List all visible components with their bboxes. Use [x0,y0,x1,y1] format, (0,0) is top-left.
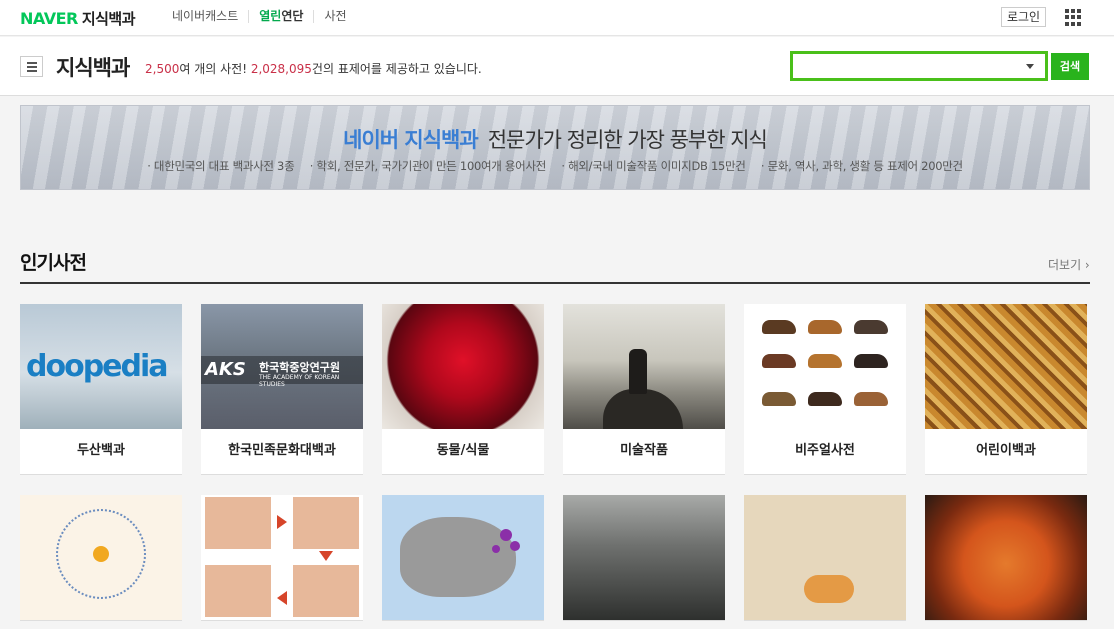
map-thumbnail [382,495,544,620]
aks-thumbnail: AKS 한국학중앙연구원 THE ACADEMY OF KOREAN STUDI… [201,304,363,429]
landscape-thumbnail [563,495,725,620]
login-button[interactable]: 로그인 [1001,7,1046,27]
nav-dictionary[interactable]: 사전 [313,10,356,23]
dictionary-card[interactable] [20,495,182,621]
aks-korean-name: 한국학중앙연구원 [259,361,340,374]
section-title: 인기사전 [20,252,87,274]
card-label: 미술작품 [620,443,668,458]
dictionary-card[interactable] [382,495,544,621]
dictionary-card[interactable] [744,495,906,621]
apps-grid-icon[interactable] [1065,9,1082,26]
subtitle-mid: 여 개의 사전! [179,62,251,76]
shoes-thumbnail [744,304,906,429]
entry-count: 2,028,095 [250,62,312,76]
kimchi-stew-thumbnail [925,495,1087,620]
nav-open-lecture[interactable]: 열린연단 [248,10,313,23]
banner-tagline: 전문가가 정리한 가장 풍부한 지식 [487,128,768,152]
promo-banner[interactable]: 네이버 지식백과 전문가가 정리한 가장 풍부한 지식 · 대한민국의 대표 백과… [20,105,1090,190]
doopedia-logo-text: doopedia [26,349,169,384]
page-header: 지식백과 2,500여 개의 사전! 2,028,095건의 표제어를 제공하고… [0,37,1114,96]
painting-thumbnail [563,304,725,429]
page-title[interactable]: 지식백과 [56,52,130,82]
card-label: 동물/식물 [436,443,490,458]
dictionary-card-artworks[interactable]: 미술작품 [563,304,725,475]
banner-point: · 해외/국내 미술작품 이미지DB 15만건 [561,159,746,173]
menu-icon[interactable] [20,56,43,77]
sun-icon [93,546,109,562]
dictionary-card-visual[interactable]: 비주얼사전 [744,304,906,475]
banner-brand: 네이버 지식백과 [343,128,479,152]
top-bar: NAVER 지식백과 네이버캐스트 열린연단 사전 로그인 [0,0,1114,36]
dictionary-card[interactable] [563,495,725,621]
aks-english-name: THE ACADEMY OF KOREAN STUDIES [259,374,340,388]
dictionary-card[interactable] [925,495,1087,621]
banner-headline: 네이버 지식백과 전문가가 정리한 가장 풍부한 지식 [21,124,1089,154]
top-nav: 네이버캐스트 열린연단 사전 [172,10,357,23]
banner-point: · 대한민국의 대표 백과사전 3종 [147,159,295,173]
dictionary-card[interactable] [201,495,363,621]
dictionary-card-animals-plants[interactable]: 동물/식물 [382,304,544,475]
card-label: 두산백과 [77,443,125,458]
dictionary-card-korean-culture[interactable]: AKS 한국학중앙연구원 THE ACADEMY OF KOREAN STUDI… [201,304,363,475]
dictionary-count: 2,500 [145,62,180,76]
dictionary-card-doosan[interactable]: doopedia 두산백과 [20,304,182,475]
service-name: 지식백과 [81,10,136,28]
naver-logo[interactable]: NAVER 지식백과 [20,8,136,29]
card-label: 어린이백과 [976,443,1036,458]
rose-thumbnail [382,304,544,429]
banner-point: · 학회, 전문가, 국가기관이 만든 100여개 용어사전 [309,159,547,173]
nav-navercast[interactable]: 네이버캐스트 [172,10,248,23]
aks-logo-text: AKS [205,359,246,380]
nav-open-lecture-a: 열린 [259,9,282,23]
search-box[interactable] [790,51,1048,81]
dictionary-card-kids[interactable]: 어린이백과 [925,304,1087,475]
card-label: 비주얼사전 [795,443,855,458]
banner-points: · 대한민국의 대표 백과사전 3종 · 학회, 전문가, 국가기관이 만든 1… [21,158,1089,174]
texture-thumbnail [925,304,1087,429]
folk-painting-thumbnail [744,495,906,620]
more-link[interactable]: 더보기 › [1048,256,1090,273]
subtitle-end: 건의 표제어를 제공하고 있습니다. [311,62,482,76]
banner-point: · 문화, 역사, 과학, 생활 등 표제어 200만건 [760,159,963,173]
search-input[interactable] [799,54,1019,78]
section-divider [20,282,1090,284]
medical-thumbnail [201,495,363,620]
seasons-diagram-thumbnail [20,495,182,620]
logo-text: NAVER [20,9,78,28]
card-label: 한국민족문화대백과 [228,443,336,458]
nav-open-lecture-b: 연단 [281,9,304,23]
page-subtitle: 2,500여 개의 사전! 2,028,095건의 표제어를 제공하고 있습니다… [145,60,482,77]
chevron-down-icon[interactable] [1026,64,1034,69]
doopedia-thumbnail: doopedia [20,304,182,429]
search-button[interactable]: 검색 [1051,53,1089,80]
